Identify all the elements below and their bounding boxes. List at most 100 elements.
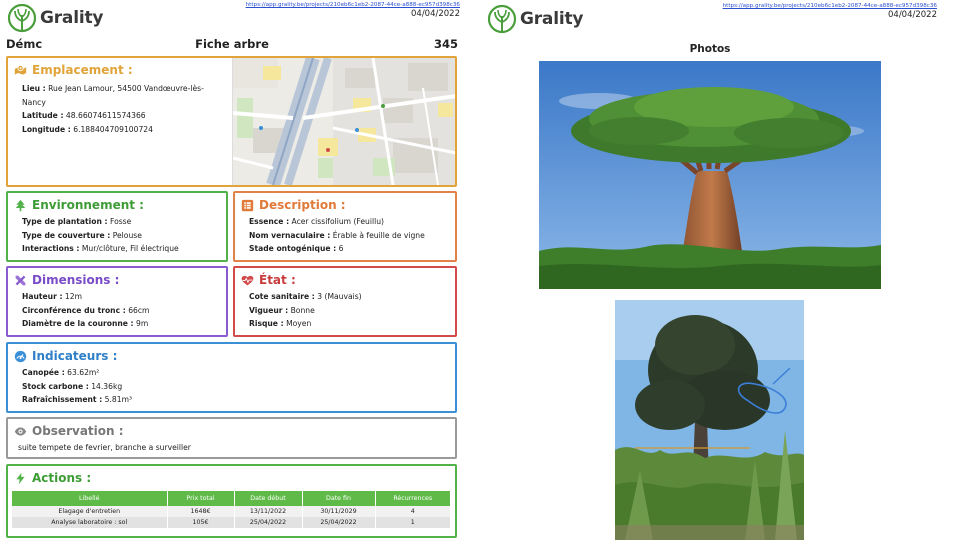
field-label: Latitude :: [22, 111, 64, 120]
observation-text: suite tempete de fevrier, branche a surv…: [18, 443, 191, 452]
project-url-link[interactable]: https://app.grality.be/projects/210eb6c1…: [246, 2, 460, 8]
carbon-stock-value: 14.36kg: [91, 381, 123, 391]
map-pin-icon: [14, 64, 27, 75]
tree-photo-baobab[interactable]: [539, 61, 881, 289]
actions-heading: Actions :: [14, 471, 91, 485]
page-title: Fiche arbre: [195, 37, 269, 51]
action-price: 1648€: [167, 506, 235, 517]
eye-icon: [14, 426, 27, 436]
ontogenic-stage-row: Stade ontogénique : 6: [249, 242, 425, 256]
bolt-icon: [16, 472, 25, 484]
etat-card: État : Cote sanitaire : 3 (Mauvais) Vigu…: [233, 266, 457, 337]
emplacement-title: Emplacement :: [32, 63, 133, 77]
environnement-details: Type de plantation : Fosse Type de couve…: [22, 215, 179, 256]
dimensions-heading: Dimensions :: [14, 273, 119, 287]
baobab-image: [539, 61, 881, 289]
field-label: Interactions :: [22, 244, 80, 253]
column-header: Date début: [234, 491, 303, 506]
field-label: Longitude :: [22, 124, 71, 134]
latitude-value: 48.66074611574366: [65, 111, 146, 120]
grality-logo[interactable]: Grality: [7, 3, 103, 33]
field-label: Risque :: [249, 319, 284, 328]
latitude-row: Latitude : 48.66074611574366: [22, 109, 220, 123]
print-date: 04/04/2022: [411, 9, 460, 19]
field-label: Nom vernaculaire :: [249, 230, 331, 240]
sheet-title-bar: Démc Fiche arbre 345: [6, 37, 458, 51]
action-label: Analyse laboratoire : sol: [12, 517, 168, 528]
field-label: Canopée :: [22, 368, 65, 377]
grality-logo-icon: [487, 4, 517, 34]
interactions-row: Interactions : Mur/clôture, Fil électriq…: [22, 242, 179, 256]
grality-logo-icon: [7, 3, 37, 33]
field-label: Stock carbone :: [22, 381, 89, 391]
indicateurs-heading: Indicateurs :: [14, 349, 117, 363]
column-header: Prix total: [167, 491, 235, 506]
actions-title: Actions :: [32, 471, 92, 485]
action-label: Elagage d'entretien: [12, 506, 168, 517]
height-value: 12m: [64, 292, 82, 301]
address-value: Rue Jean Lamour, 54500 Vandœuvre-lès-Nan…: [22, 84, 204, 107]
cover-type-value: Pelouse: [112, 230, 142, 240]
photos-page: Grality https://app.grality.be/projects/…: [480, 0, 960, 540]
dimensions-title: Dimensions :: [32, 273, 120, 287]
field-label: Rafraîchissement :: [22, 395, 103, 404]
table-row: Analyse laboratoire : sol 105€ 25/04/202…: [12, 517, 451, 528]
description-details: Essence : Acer cissifolium (Feuillu) Nom…: [249, 215, 425, 256]
ontogenic-stage-value: 6: [338, 244, 344, 253]
indicateurs-card: Indicateurs : Canopée : 63.62m² Stock ca…: [6, 342, 457, 413]
canopy-value: 63.62m²: [67, 368, 100, 377]
health-rating-value: 3 (Mauvais): [317, 292, 362, 301]
etat-title: État :: [259, 273, 296, 287]
action-end-date: 25/04/2022: [302, 517, 376, 528]
tree-photo-araucaria[interactable]: [615, 300, 804, 540]
column-header: Récurrences: [375, 491, 451, 506]
tree-icon: [15, 199, 26, 211]
etat-details: Cote sanitaire : 3 (Mauvais) Vigueur : B…: [249, 290, 362, 331]
column-header: Libellé: [12, 491, 168, 506]
species-row: Essence : Acer cissifolium (Feuillu): [249, 215, 425, 229]
project-url-link[interactable]: https://app.grality.be/projects/210eb6c1…: [723, 3, 937, 9]
location-map[interactable]: [232, 58, 455, 185]
interactions-value: Mur/clôture, Fil électrique: [81, 244, 179, 253]
photos-heading: Photos: [689, 43, 731, 55]
environnement-card: Environnement : Type de plantation : Fos…: [6, 191, 228, 262]
actions-table: Libellé Prix total Date début Date fin R…: [12, 491, 451, 528]
ruler-pencil-icon: [15, 275, 26, 285]
field-label: Diamètre de la couronne :: [22, 319, 134, 328]
field-label: Circonférence du tronc :: [22, 305, 126, 315]
heart-pulse-icon: [241, 275, 254, 285]
carbon-stock-row: Stock carbone : 14.36kg: [22, 380, 132, 394]
tree-sheet-page: Grality https://app.grality.be/projects/…: [0, 0, 468, 540]
brand-name: Grality: [520, 9, 584, 29]
field-label: Essence :: [249, 217, 290, 226]
crown-diameter-row: Diamètre de la couronne : 9m: [22, 317, 149, 331]
planting-type-row: Type de plantation : Fosse: [22, 215, 179, 229]
dimensions-card: Dimensions : Hauteur : 12m Circonférence…: [6, 266, 228, 337]
longitude-row: Longitude : 6.188404709100724: [22, 123, 220, 137]
trunk-circumference-row: Circonférence du tronc : 66cm: [22, 304, 149, 318]
cooling-value: 5.81m³: [104, 395, 133, 404]
araucaria-image: [615, 300, 804, 540]
field-label: Hauteur :: [22, 292, 63, 301]
grality-logo[interactable]: Grality: [487, 4, 583, 34]
action-price: 105€: [167, 517, 235, 528]
header-meta: https://app.grality.be/projects/210eb6c1…: [246, 2, 460, 19]
common-name-value: Érable à feuille de vigne: [332, 230, 425, 240]
emplacement-heading: Emplacement :: [14, 63, 133, 77]
observation-title: Observation :: [32, 424, 124, 438]
vigor-value: Bonne: [290, 305, 315, 315]
crown-diameter-value: 9m: [136, 319, 149, 328]
canopy-row: Canopée : 63.62m²: [22, 366, 132, 380]
environnement-heading: Environnement :: [14, 198, 144, 212]
species-value: Acer cissifolium (Feuillu): [291, 217, 384, 226]
emplacement-details: Lieu : Rue Jean Lamour, 54500 Vandœuvre-…: [22, 82, 220, 136]
description-card: Description : Essence : Acer cissifolium…: [233, 191, 457, 262]
dimensions-details: Hauteur : 12m Circonférence du tronc : 6…: [22, 290, 149, 331]
health-rating-row: Cote sanitaire : 3 (Mauvais): [249, 290, 362, 304]
longitude-value: 6.188404709100724: [73, 124, 153, 134]
planting-type-value: Fosse: [109, 217, 132, 226]
map-tiles: [233, 58, 455, 185]
etat-heading: État :: [241, 273, 296, 287]
trunk-circumference-value: 66cm: [128, 305, 150, 315]
risk-row: Risque : Moyen: [249, 317, 362, 331]
